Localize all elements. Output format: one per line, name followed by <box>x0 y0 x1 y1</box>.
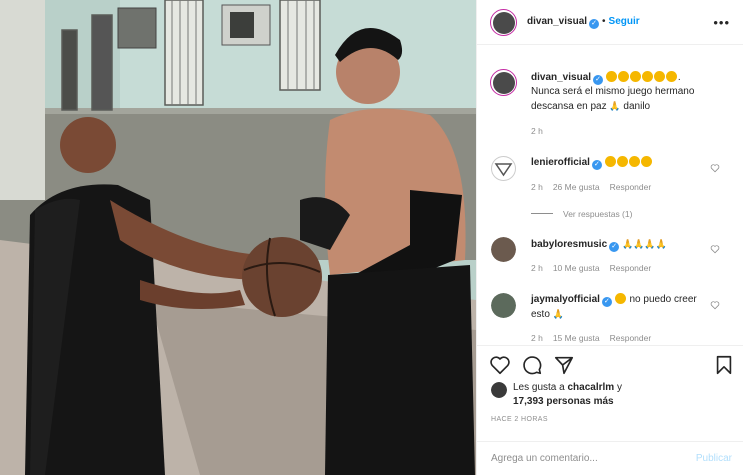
sad-emoji-icon <box>628 156 640 167</box>
caption-username[interactable]: divan_visual <box>531 72 591 83</box>
comment-username[interactable]: jaymalyofficial <box>531 294 600 305</box>
publish-button[interactable]: Publicar <box>696 453 732 464</box>
comment-avatar[interactable] <box>491 156 516 181</box>
post-photo[interactable] <box>0 0 476 475</box>
comment-1: lenierofficial ✓ <box>531 156 653 170</box>
comment-2-meta: 2 h 10 Me gusta Responder <box>531 263 661 273</box>
verified-icon: ✓ <box>609 242 620 252</box>
caption: divan_visual ✓ . Nunca será el mismo jueg… <box>531 71 731 114</box>
replies-line <box>531 213 553 214</box>
pray-emoji-icon: 🙏 <box>655 239 667 249</box>
comments-list: divan_visual ✓ . Nunca será el mismo jueg… <box>477 45 743 345</box>
comment-input[interactable]: Agrega un comentario... <box>491 453 598 464</box>
sad-emoji-icon <box>640 156 652 167</box>
comment-like-icon[interactable] <box>710 163 720 173</box>
heart-icon[interactable] <box>489 354 511 376</box>
comment-likes[interactable]: 10 Me gusta <box>553 263 600 273</box>
verified-icon: ✓ <box>591 160 602 170</box>
verified-icon: ✓ <box>593 75 604 85</box>
liker-username[interactable]: chacalrlm <box>568 382 615 393</box>
share-icon[interactable] <box>553 354 575 376</box>
instagram-post-view: divan_visual ✓ • Seguir ••• divan_visual ✓ .… <box>0 0 743 475</box>
comment-avatar[interactable] <box>491 293 516 318</box>
comment-time: 2 h <box>531 333 543 343</box>
author-avatar[interactable] <box>490 9 517 36</box>
verified-icon: ✓ <box>589 19 600 29</box>
sad-emoji-icon <box>629 71 641 82</box>
sad-emoji-icon <box>604 156 616 167</box>
comment-likes[interactable]: 26 Me gusta <box>553 182 600 192</box>
bookmark-icon[interactable] <box>713 354 735 376</box>
reply-button[interactable]: Responder <box>610 182 652 192</box>
sad-emoji-icon <box>616 156 628 167</box>
sad-emoji-icon <box>653 71 665 82</box>
pray-emoji-icon: 🙏 <box>621 239 634 249</box>
sad-emoji-icon <box>617 71 629 82</box>
likes-count[interactable]: 17,393 personas más <box>513 396 614 407</box>
comment-likes[interactable]: 15 Me gusta <box>553 333 600 343</box>
comment-3-meta: 2 h 15 Me gusta Responder <box>531 333 661 343</box>
comment-avatar[interactable] <box>491 237 516 262</box>
header-user-line: divan_visual ✓ • Seguir <box>527 16 640 29</box>
pray-emoji-icon: 🙏 <box>644 239 656 249</box>
post-side-panel: divan_visual ✓ • Seguir ••• divan_visual ✓ .… <box>476 0 743 475</box>
comment-like-icon[interactable] <box>710 300 720 310</box>
comment-2: babylor​esmusic ✓ 🙏🙏🙏🙏 <box>531 237 667 252</box>
post-time[interactable]: HACE 2 HORAS <box>491 416 548 423</box>
comment-icon[interactable] <box>521 354 543 376</box>
likes-summary[interactable]: Les gusta a chacalrlm y 17,393 personas … <box>513 381 622 409</box>
more-icon[interactable]: ••• <box>713 15 730 30</box>
comment-username[interactable]: lenierofficial <box>531 157 590 168</box>
photo-illustration <box>0 0 476 475</box>
reply-button[interactable]: Responder <box>610 263 652 273</box>
comment-username[interactable]: babylor​esmusic <box>531 239 607 250</box>
caption-end: danilo <box>623 101 651 112</box>
caption-time: 2 h <box>531 126 543 136</box>
sad-emoji-icon <box>665 71 677 82</box>
liker-avatar[interactable] <box>491 382 507 398</box>
comment-1-meta: 2 h 26 Me gusta Responder <box>531 182 661 192</box>
sad-emoji-icon <box>605 71 617 82</box>
comment-time: 2 h <box>531 263 543 273</box>
pray-emoji-icon: 🙏 <box>609 101 621 111</box>
comment-time: 2 h <box>531 182 543 192</box>
header-separator: • <box>602 16 606 27</box>
post-header: divan_visual ✓ • Seguir ••• <box>477 0 743 45</box>
comment-3: jaymalyofficial ✓ no puedo creer esto 🙏 <box>531 293 701 322</box>
caption-punct: . <box>677 72 681 83</box>
add-comment-bar: Agrega un comentario... Publicar <box>477 441 743 475</box>
view-replies[interactable]: Ver respuestas (1) <box>531 209 632 219</box>
verified-icon: ✓ <box>601 297 612 307</box>
caption-avatar[interactable] <box>490 69 517 96</box>
follow-button[interactable]: Seguir <box>609 16 640 27</box>
pray-emoji-icon: 🙏 <box>552 309 564 319</box>
post-actions: Les gusta a chacalrlm y 17,393 personas … <box>477 345 743 475</box>
sad-emoji-icon <box>614 293 626 304</box>
comment-like-icon[interactable] <box>710 244 720 254</box>
pray-emoji-icon: 🙏 <box>633 239 645 249</box>
author-username[interactable]: divan_visual <box>527 16 587 27</box>
reply-button[interactable]: Responder <box>610 333 652 343</box>
sad-emoji-icon <box>641 71 653 82</box>
